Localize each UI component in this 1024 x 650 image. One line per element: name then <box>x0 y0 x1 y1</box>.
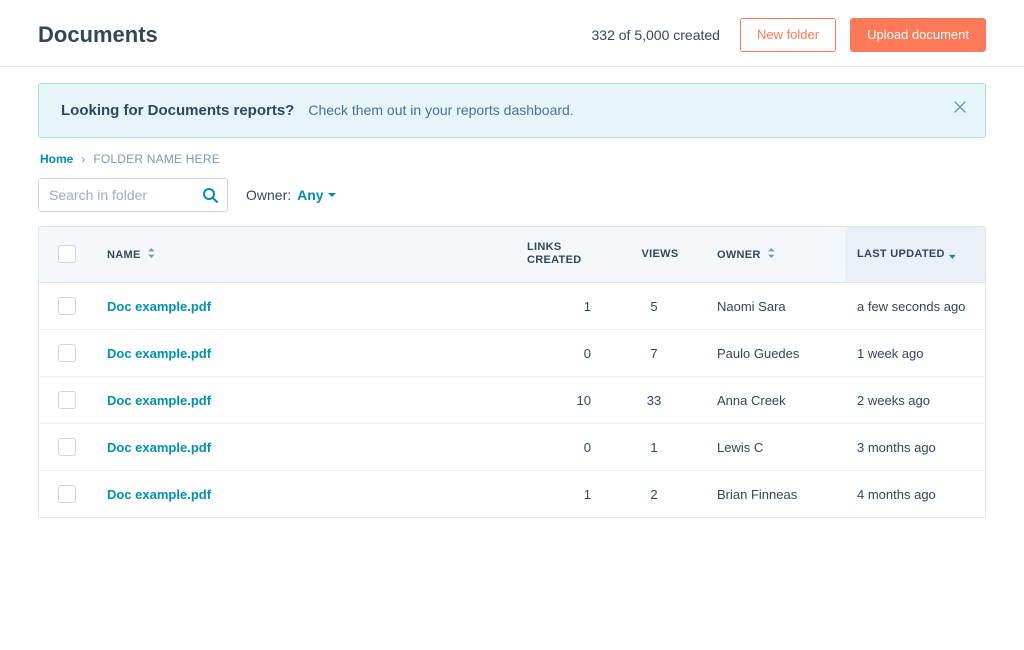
banner-title: Looking for Documents reports? <box>61 102 294 119</box>
owner-cell: Brian Finneas <box>705 473 845 516</box>
views-cell: 5 <box>615 285 705 328</box>
sort-down-icon <box>949 249 957 259</box>
breadcrumb-home[interactable]: Home <box>40 152 73 166</box>
breadcrumb-current: FOLDER NAME HERE <box>93 152 220 166</box>
last-updated-cell: a few seconds ago <box>845 285 985 328</box>
row-checkbox[interactable] <box>58 297 76 315</box>
column-label: VIEWS <box>642 248 679 260</box>
links-created-cell: 1 <box>515 285 615 328</box>
table-row: Doc example.pdf 1 5 Naomi Sara a few sec… <box>39 283 985 330</box>
banner-subtitle: Check them out in your reports dashboard… <box>308 102 573 118</box>
owner-filter-label: Owner: <box>246 187 291 203</box>
owner-cell: Lewis C <box>705 426 845 469</box>
column-header-views[interactable]: VIEWS <box>615 234 705 274</box>
column-header-name[interactable]: NAME <box>95 234 515 275</box>
chevron-down-icon <box>328 193 336 197</box>
links-created-cell: 1 <box>515 473 615 516</box>
document-name[interactable]: Doc example.pdf <box>95 473 515 516</box>
views-cell: 1 <box>615 426 705 469</box>
sort-icon <box>768 248 776 258</box>
table-row: Doc example.pdf 0 7 Paulo Guedes 1 week … <box>39 330 985 377</box>
table-row: Doc example.pdf 0 1 Lewis C 3 months ago <box>39 424 985 471</box>
owner-filter-value: Any <box>297 187 323 203</box>
views-cell: 33 <box>615 379 705 422</box>
column-header-owner[interactable]: OWNER <box>705 234 845 275</box>
row-checkbox[interactable] <box>58 391 76 409</box>
table-row: Doc example.pdf 10 33 Anna Creek 2 weeks… <box>39 377 985 424</box>
column-label: OWNER <box>717 249 761 261</box>
page-title: Documents <box>38 22 158 48</box>
document-name[interactable]: Doc example.pdf <box>95 332 515 375</box>
new-folder-button[interactable]: New folder <box>740 18 836 52</box>
search-input[interactable] <box>38 178 228 212</box>
row-checkbox[interactable] <box>58 344 76 362</box>
links-created-cell: 0 <box>515 332 615 375</box>
owner-cell: Naomi Sara <box>705 285 845 328</box>
breadcrumb: Home › FOLDER NAME HERE <box>38 138 986 174</box>
last-updated-cell: 2 weeks ago <box>845 379 985 422</box>
documents-table: NAME LINKS CREATED VIEWS OWNER LAST UPDA… <box>38 226 986 519</box>
owner-cell: Anna Creek <box>705 379 845 422</box>
column-label: CREATED <box>527 254 603 268</box>
column-label: LINKS <box>527 241 603 255</box>
views-cell: 2 <box>615 473 705 516</box>
last-updated-cell: 1 week ago <box>845 332 985 375</box>
last-updated-cell: 4 months ago <box>845 473 985 516</box>
table-row: Doc example.pdf 1 2 Brian Finneas 4 mont… <box>39 471 985 517</box>
column-label: NAME <box>107 249 141 261</box>
column-label: LAST UPDATED <box>857 248 945 260</box>
close-icon[interactable] <box>949 96 971 122</box>
document-name[interactable]: Doc example.pdf <box>95 379 515 422</box>
links-created-cell: 0 <box>515 426 615 469</box>
links-created-cell: 10 <box>515 379 615 422</box>
sort-icon <box>148 248 156 258</box>
owner-filter-dropdown[interactable]: Any <box>297 187 335 203</box>
upload-document-button[interactable]: Upload document <box>850 18 986 52</box>
select-all-checkbox[interactable] <box>58 245 76 263</box>
last-updated-cell: 3 months ago <box>845 426 985 469</box>
owner-cell: Paulo Guedes <box>705 332 845 375</box>
document-name[interactable]: Doc example.pdf <box>95 426 515 469</box>
views-cell: 7 <box>615 332 705 375</box>
column-header-links-created[interactable]: LINKS CREATED <box>515 227 615 283</box>
created-count: 332 of 5,000 created <box>592 27 720 43</box>
reports-banner: Looking for Documents reports? Check the… <box>38 83 986 138</box>
row-checkbox[interactable] <box>58 438 76 456</box>
document-name[interactable]: Doc example.pdf <box>95 285 515 328</box>
search-icon[interactable] <box>202 187 218 203</box>
row-checkbox[interactable] <box>58 485 76 503</box>
column-header-last-updated[interactable]: LAST UPDATED <box>845 227 985 283</box>
chevron-right-icon: › <box>81 152 85 166</box>
